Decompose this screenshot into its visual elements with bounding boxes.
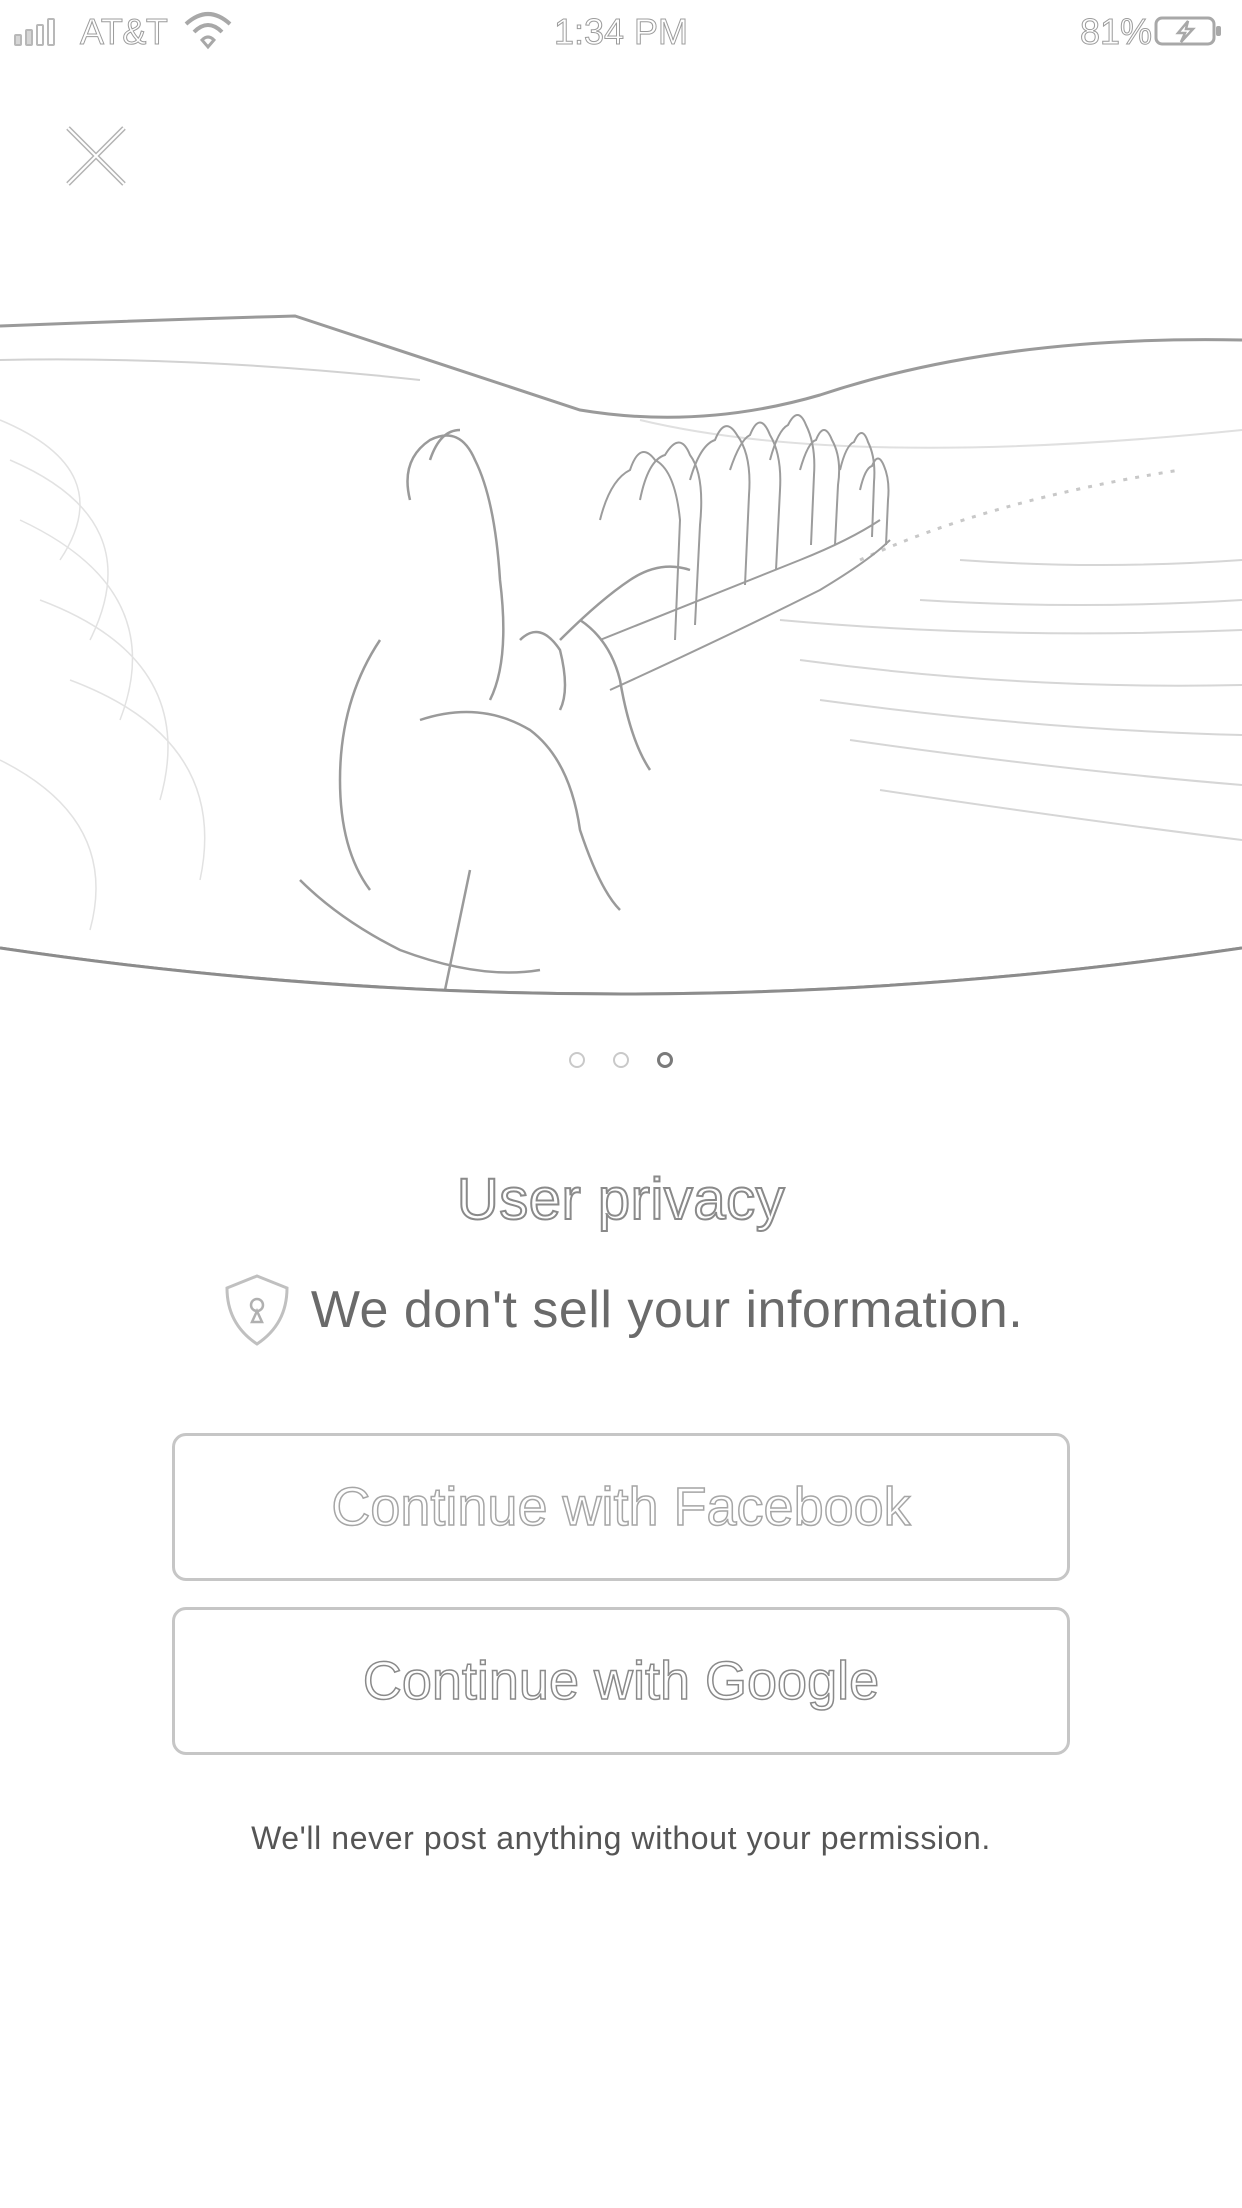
page-indicator — [0, 1052, 1242, 1068]
continue-with-google-button[interactable]: Continue with Google — [172, 1607, 1070, 1755]
privacy-statement: We don't sell your information. — [0, 1272, 1242, 1348]
shield-lock-icon — [225, 1274, 289, 1346]
privacy-text: We don't sell your information. — [310, 1281, 1024, 1339]
page-dot-1[interactable] — [569, 1052, 585, 1068]
hero-image — [0, 0, 1242, 1012]
permission-note: We'll never post anything without your p… — [251, 1820, 991, 1856]
battery-percent: 81% — [1079, 11, 1152, 53]
battery-charging-icon — [1154, 16, 1221, 46]
desert-caravan-illustration — [0, 0, 1242, 996]
page-title: User privacy — [456, 1166, 786, 1233]
status-bar: AT&T 1:34 PM 81% — [0, 0, 1242, 60]
continue-with-facebook-button[interactable]: Continue with Facebook — [172, 1433, 1070, 1581]
status-time: 1:34 PM — [553, 11, 689, 53]
close-icon — [66, 126, 126, 186]
page-dot-2[interactable] — [613, 1052, 629, 1068]
page-dot-3-active[interactable] — [657, 1052, 673, 1068]
close-button[interactable] — [60, 120, 132, 192]
